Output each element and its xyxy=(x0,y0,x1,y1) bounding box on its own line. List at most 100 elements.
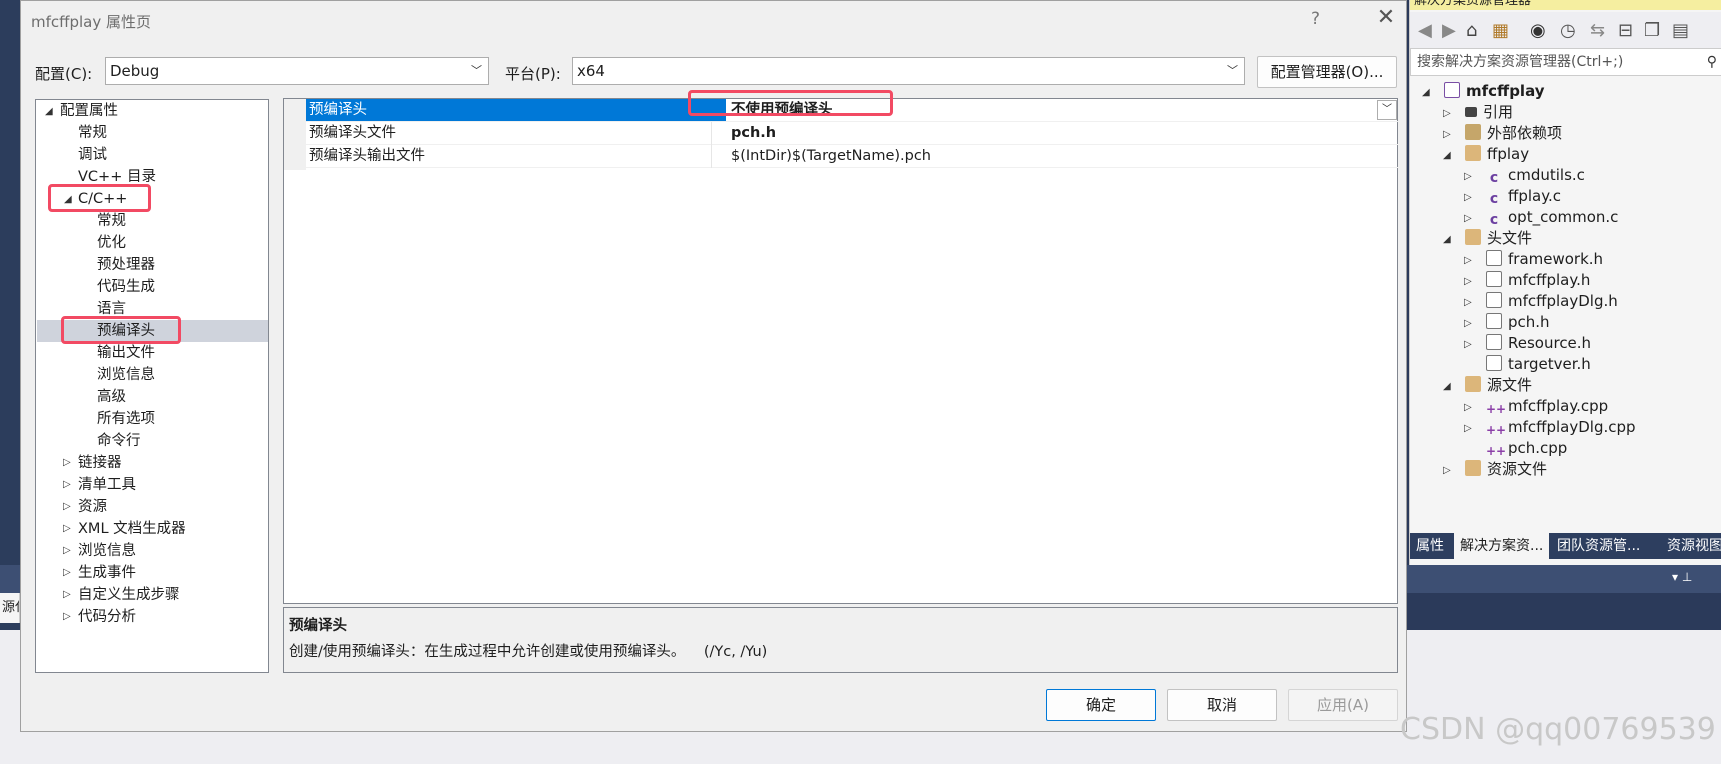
tree-cpp-child[interactable]: 优化 xyxy=(97,232,126,254)
expand-right-icon[interactable]: ▷ xyxy=(1464,276,1472,287)
expand-right-icon[interactable]: ▷ xyxy=(1443,108,1451,119)
tree-cpp-child[interactable]: 预处理器 xyxy=(97,254,155,276)
se-file[interactable]: c cmdutils.c xyxy=(1486,164,1585,187)
tree-cpp-child[interactable]: 浏览信息 xyxy=(97,364,155,386)
tree-cpp-child[interactable]: 命令行 xyxy=(97,430,141,452)
apply-button[interactable]: 应用(A) xyxy=(1288,689,1398,721)
grid-row[interactable]: 预编译头输出文件 $(IntDir)$(TargetName).pch xyxy=(306,145,1398,168)
se-file[interactable]: ++ pch.cpp xyxy=(1486,437,1567,460)
expand-right-icon[interactable]: ▷ xyxy=(1443,129,1451,140)
properties-icon[interactable]: ▤ xyxy=(1672,20,1689,41)
expand-right-icon[interactable]: ▷ xyxy=(63,611,71,622)
expand-right-icon[interactable]: ▷ xyxy=(63,523,71,534)
help-button[interactable]: ? xyxy=(1311,9,1320,29)
tree-cpp-child[interactable]: 输出文件 xyxy=(97,342,155,364)
home-icon[interactable]: ⌂ xyxy=(1466,20,1477,41)
expand-right-icon[interactable]: ▷ xyxy=(63,501,71,512)
expand-right-icon[interactable]: ▷ xyxy=(63,567,71,578)
config-combo[interactable]: Debug ﹀ xyxy=(105,57,489,85)
solution-explorer-tabs: 属性 解决方案资... 团队资源管... 资源视图 xyxy=(1410,533,1721,559)
config-manager-button[interactable]: 配置管理器(O)... xyxy=(1257,56,1397,88)
ok-button[interactable]: 确定 xyxy=(1046,689,1156,721)
expand-right-icon[interactable]: ▷ xyxy=(1464,339,1472,350)
expand-right-icon[interactable]: ▷ xyxy=(1464,318,1472,329)
tree-cpp-child[interactable]: 代码生成 xyxy=(97,276,155,298)
expand-right-icon[interactable]: ▷ xyxy=(1464,297,1472,308)
expand-right-icon[interactable]: ▷ xyxy=(1464,192,1472,203)
expand-down-icon[interactable]: ◢ xyxy=(1443,150,1451,161)
expand-right-icon[interactable]: ▷ xyxy=(1464,255,1472,266)
solution-search-input[interactable]: 搜索解决方案资源管理器(Ctrl+;) ⚲ xyxy=(1410,48,1721,76)
history-icon[interactable]: ◷ xyxy=(1560,20,1576,41)
se-references[interactable]: 引用 xyxy=(1465,101,1513,124)
se-file[interactable]: targetver.h xyxy=(1486,353,1591,376)
tree-xmldoc[interactable]: XML 文档生成器 xyxy=(78,518,186,540)
se-label: framework.h xyxy=(1508,250,1604,268)
expand-right-icon[interactable]: ▷ xyxy=(1464,423,1472,434)
expand-down-icon[interactable]: ◢ xyxy=(1443,381,1451,392)
se-label: pch.h xyxy=(1508,313,1550,331)
back-icon[interactable]: ◀ xyxy=(1418,20,1432,41)
close-button[interactable]: ✕ xyxy=(1371,5,1401,30)
grid-row-value[interactable]: $(IntDir)$(TargetName).pch xyxy=(731,145,931,167)
tab-solution-explorer[interactable]: 解决方案资... xyxy=(1454,533,1549,559)
header-file-icon xyxy=(1486,334,1502,350)
se-file[interactable]: ++ mfcffplay.cpp xyxy=(1486,395,1608,418)
se-external-deps[interactable]: 外部依赖项 xyxy=(1465,122,1562,145)
expand-down-icon[interactable]: ◢ xyxy=(1422,87,1430,98)
se-folder-headers[interactable]: 头文件 xyxy=(1465,227,1532,250)
expand-right-icon[interactable]: ▷ xyxy=(63,545,71,556)
se-folder-ffplay[interactable]: ffplay xyxy=(1465,143,1529,166)
chevron-down-icon[interactable]: ﹀ xyxy=(1377,100,1397,120)
se-file[interactable]: Resource.h xyxy=(1486,332,1591,355)
tree-buildevents[interactable]: 生成事件 xyxy=(78,562,136,584)
se-file[interactable]: mfcffplayDlg.h xyxy=(1486,290,1618,313)
se-folder-sources[interactable]: 源文件 xyxy=(1465,374,1532,397)
expand-right-icon[interactable]: ▷ xyxy=(1464,171,1472,182)
tree-cpp-child[interactable]: 所有选项 xyxy=(97,408,155,430)
expand-right-icon[interactable]: ▷ xyxy=(63,457,71,468)
se-file[interactable]: c opt_common.c xyxy=(1486,206,1619,229)
expand-down-icon[interactable]: ◢ xyxy=(1443,234,1451,245)
cancel-button[interactable]: 取消 xyxy=(1167,689,1277,721)
tree-cpp-child[interactable]: 常规 xyxy=(97,210,126,232)
se-file[interactable]: framework.h xyxy=(1486,248,1603,271)
expand-right-icon[interactable]: ▷ xyxy=(1443,465,1451,476)
tree-browse[interactable]: 浏览信息 xyxy=(78,540,136,562)
expand-right-icon[interactable]: ▷ xyxy=(1464,402,1472,413)
grid-row-value[interactable]: pch.h xyxy=(731,122,776,144)
expand-right-icon[interactable]: ▷ xyxy=(63,589,71,600)
se-project[interactable]: mfcffplay xyxy=(1444,80,1545,103)
forward-icon[interactable]: ▶ xyxy=(1442,20,1456,41)
collapse-icon[interactable]: ⊟ xyxy=(1618,20,1633,41)
tree-linker[interactable]: 链接器 xyxy=(78,452,122,474)
tree-debug[interactable]: 调试 xyxy=(78,144,107,166)
platform-combo[interactable]: x64 ﹀ xyxy=(572,57,1245,85)
tree-general[interactable]: 常规 xyxy=(78,122,107,144)
tree-manifest[interactable]: 清单工具 xyxy=(78,474,136,496)
switch-views-icon[interactable]: ▦ xyxy=(1492,20,1509,41)
se-file[interactable]: mfcffplay.h xyxy=(1486,269,1590,292)
tree-custombuild[interactable]: 自定义生成步骤 xyxy=(78,584,180,606)
tree-root[interactable]: 配置属性 xyxy=(60,100,118,122)
grid-row-name: 预编译头文件 xyxy=(309,125,396,141)
tree-cpp-child[interactable]: 高级 xyxy=(97,386,126,408)
copy-icon[interactable]: ❐ xyxy=(1644,20,1660,41)
se-file[interactable]: c ffplay.c xyxy=(1486,185,1561,208)
expand-down-icon[interactable]: ◢ xyxy=(45,106,53,117)
se-folder-resources[interactable]: 资源文件 xyxy=(1465,458,1547,481)
globe-icon[interactable]: ◉ xyxy=(1530,20,1546,41)
tree-codeanalysis[interactable]: 代码分析 xyxy=(78,606,136,628)
folder-icon xyxy=(1465,376,1481,392)
se-file[interactable]: pch.h xyxy=(1486,311,1550,334)
expand-right-icon[interactable]: ▷ xyxy=(63,479,71,490)
tree-resources[interactable]: 资源 xyxy=(78,496,107,518)
sync-icon[interactable]: ⇆ xyxy=(1590,20,1605,41)
tab-resource-view[interactable]: 资源视图 xyxy=(1661,533,1721,559)
pin-icon[interactable]: ▾ ⊥ xyxy=(1672,570,1692,584)
tab-properties[interactable]: 属性 xyxy=(1410,533,1454,559)
expand-right-icon[interactable]: ▷ xyxy=(1464,213,1472,224)
tab-team-explorer[interactable]: 团队资源管... xyxy=(1551,533,1657,559)
grid-row[interactable]: 预编译头文件 pch.h xyxy=(306,122,1398,145)
se-file[interactable]: ++ mfcffplayDlg.cpp xyxy=(1486,416,1636,439)
